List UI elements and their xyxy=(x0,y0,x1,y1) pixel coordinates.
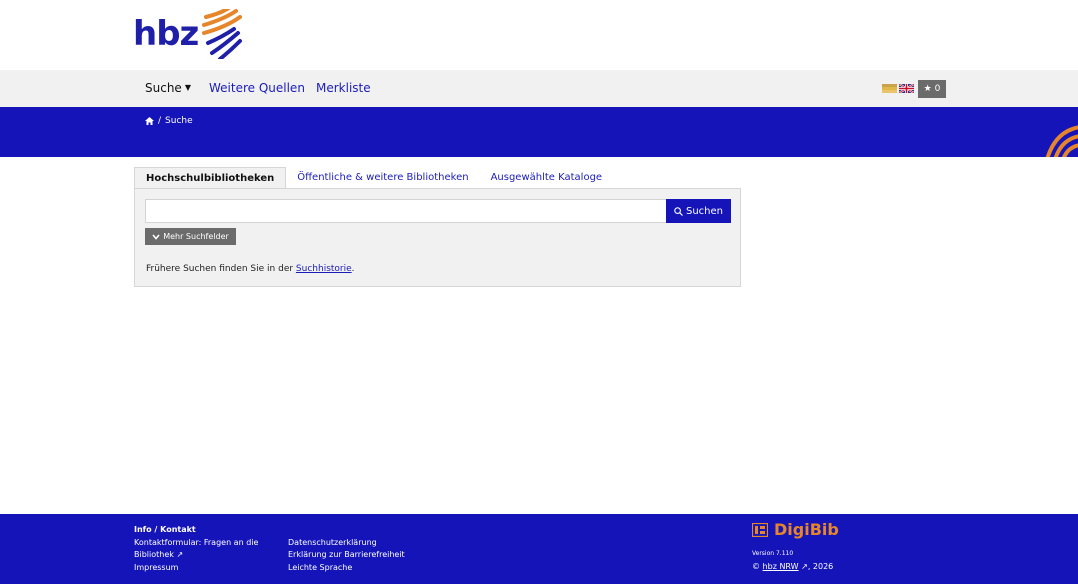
breadcrumb: / Suche xyxy=(145,116,193,126)
tab-public-libraries[interactable]: Öffentliche & weitere Bibliotheken xyxy=(286,167,479,189)
tab-university-libraries[interactable]: Hochschulbibliotheken xyxy=(134,167,287,189)
chevron-down-icon xyxy=(152,233,160,240)
footer: Info / Kontakt Kontaktformular: Fragen a… xyxy=(0,514,1078,584)
external-link-icon: ↗ xyxy=(801,562,808,571)
history-suffix: . xyxy=(351,264,355,274)
search-input[interactable] xyxy=(145,199,668,223)
external-link-icon: ↗ xyxy=(176,550,184,559)
search-tabs: Hochschulbibliotheken Öffentliche & weit… xyxy=(134,167,613,189)
search-history-link[interactable]: Suchhistorie xyxy=(296,264,352,274)
nav-search-dropdown[interactable]: Suche ▼ xyxy=(145,81,191,95)
digibib-icon xyxy=(752,522,768,537)
copyright-prefix: © xyxy=(752,562,763,571)
copyright-suffix: , 2026 xyxy=(807,562,834,571)
footer-easy-language-link[interactable]: Leichte Sprache xyxy=(288,563,352,572)
search-panel: Suchen Mehr Suchfelder Frühere Suchen fi… xyxy=(134,188,741,287)
nav-watchlist[interactable]: Merkliste xyxy=(316,81,371,95)
german-flag-icon[interactable] xyxy=(882,84,897,93)
search-icon xyxy=(674,206,683,216)
caret-down-icon: ▼ xyxy=(184,83,191,92)
more-search-fields-label: Mehr Suchfelder xyxy=(163,232,229,241)
tab-selected-catalogs[interactable]: Ausgewählte Kataloge xyxy=(480,167,614,189)
star-icon: ★ xyxy=(923,84,932,94)
header: hbz xyxy=(0,0,1078,70)
home-icon[interactable] xyxy=(145,117,154,125)
uk-flag-icon[interactable] xyxy=(899,84,914,93)
watchlist-count: 0 xyxy=(934,84,941,94)
breadcrumb-separator: / xyxy=(158,116,162,126)
footer-library-link[interactable]: Bibliothek ↗ xyxy=(134,550,183,559)
search-history-note: Frühere Suchen finden Sie in der Suchhis… xyxy=(146,264,355,274)
logo-arcs-icon xyxy=(202,9,243,59)
hbz-nrw-link[interactable]: hbz NRW xyxy=(763,562,799,571)
logo-text: hbz xyxy=(133,14,199,54)
nav-search-label: Suche xyxy=(145,81,182,95)
copyright: © hbz NRW ↗, 2026 xyxy=(752,562,833,571)
footer-imprint-link[interactable]: Impressum xyxy=(134,563,178,572)
footer-privacy-link[interactable]: Datenschutzerklärung xyxy=(288,538,377,547)
search-button-label: Suchen xyxy=(685,205,723,217)
footer-contact-form-link[interactable]: Kontaktformular: Fragen an die xyxy=(134,538,258,547)
page-banner: / Suche xyxy=(0,107,1078,157)
footer-accessibility-link[interactable]: Erklärung zur Barrierefreiheit xyxy=(288,550,405,559)
breadcrumb-current: Suche xyxy=(165,116,193,126)
version-text: Version 7.110 xyxy=(752,550,794,557)
decorative-arc-icon xyxy=(1045,125,1078,157)
main-navbar: Suche ▼ Weitere Quellen Merkliste xyxy=(0,70,1078,107)
digibib-logo[interactable]: DigiBib xyxy=(752,520,839,539)
footer-title: Info / Kontakt xyxy=(134,525,196,534)
digibib-brand: DigiBib xyxy=(774,520,839,539)
hbz-logo[interactable]: hbz xyxy=(133,6,243,62)
nav-more-sources[interactable]: Weitere Quellen xyxy=(209,81,305,95)
watchlist-count-badge[interactable]: ★ 0 xyxy=(918,80,946,98)
search-button[interactable]: Suchen xyxy=(666,199,731,223)
history-prefix: Frühere Suchen finden Sie in der xyxy=(146,264,296,274)
more-search-fields-button[interactable]: Mehr Suchfelder xyxy=(145,228,236,245)
footer-library-label: Bibliothek xyxy=(134,550,174,559)
